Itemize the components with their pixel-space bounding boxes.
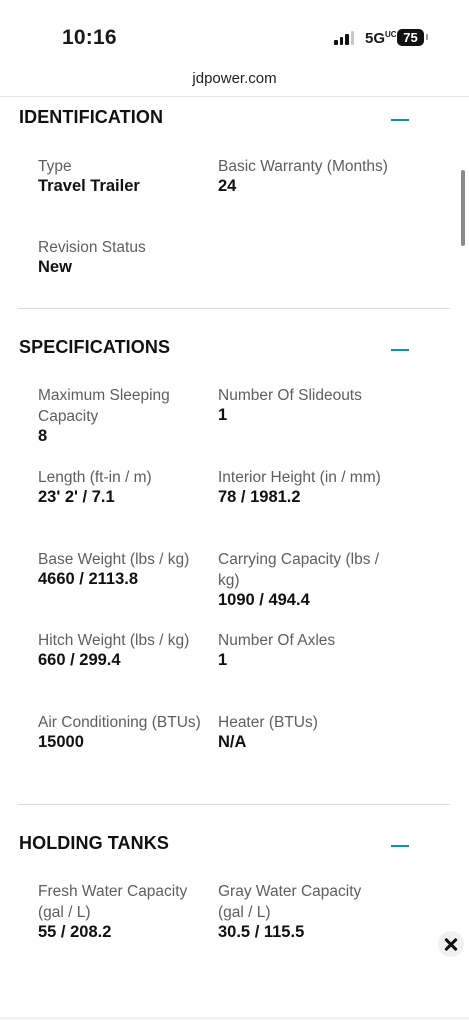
- field-base-weight: Base Weight (lbs / kg) 4660 / 2113.8: [38, 549, 208, 589]
- scrollbar[interactable]: [461, 170, 465, 246]
- network-suffix: UC: [385, 30, 397, 39]
- field-hitch-weight: Hitch Weight (lbs / kg) 660 / 299.4: [38, 630, 208, 670]
- field-number-of-axles: Number Of Axles 1: [218, 630, 388, 670]
- section-divider: [18, 308, 450, 309]
- field-value: 4660 / 2113.8: [38, 570, 139, 588]
- close-icon[interactable]: [438, 931, 464, 957]
- page-content: IDENTIFICATION Type Travel Trailer Basic…: [0, 97, 469, 1020]
- field-basic-warranty: Basic Warranty (Months) 24: [218, 156, 388, 196]
- field-label: Length (ft-in / m): [38, 469, 152, 486]
- field-label: Revision Status: [38, 239, 146, 256]
- field-length: Length (ft-in / m) 23' 2' / 7.1: [38, 467, 208, 507]
- field-label: Fresh Water Capacity (gal / L): [38, 883, 188, 921]
- battery-icon: 75: [397, 29, 424, 46]
- specifications-header[interactable]: SPECIFICATIONS: [19, 337, 412, 367]
- field-gray-water-capacity: Gray Water Capacity (gal / L) 30.5 / 115…: [218, 881, 388, 942]
- section-title: SPECIFICATIONS: [19, 337, 171, 357]
- minus-icon[interactable]: [390, 835, 412, 857]
- network-indicator: 5GUC: [365, 30, 397, 47]
- field-value: 23' 2' / 7.1: [38, 488, 115, 506]
- minus-icon[interactable]: [390, 339, 412, 361]
- field-label: Hitch Weight (lbs / kg): [38, 632, 190, 649]
- field-value: 24: [218, 177, 237, 195]
- network-type: 5G: [365, 30, 386, 47]
- field-label: Gray Water Capacity (gal / L): [218, 883, 362, 921]
- url-bar[interactable]: jdpower.com: [0, 62, 469, 97]
- battery-tip: [426, 34, 428, 40]
- field-fresh-water-capacity: Fresh Water Capacity (gal / L) 55 / 208.…: [38, 881, 208, 942]
- field-label: Air Conditioning (BTUs): [38, 714, 201, 731]
- field-value: 1: [218, 651, 228, 669]
- holding-tanks-header[interactable]: HOLDING TANKS: [19, 833, 412, 863]
- field-label: Heater (BTUs): [218, 714, 318, 731]
- field-label: Base Weight (lbs / kg): [38, 551, 190, 568]
- bottom-fade-overlay: [0, 940, 469, 1020]
- field-label: Number Of Slideouts: [218, 387, 362, 404]
- field-label: Basic Warranty (Months): [218, 158, 388, 175]
- minus-icon[interactable]: [390, 109, 412, 131]
- field-value: 1090 / 494.4: [218, 591, 310, 609]
- signal-strength-icon: [334, 31, 354, 45]
- status-time: 10:16: [62, 26, 117, 49]
- field-label: Carrying Capacity (lbs / kg): [218, 551, 380, 589]
- field-label: Number Of Axles: [218, 632, 336, 649]
- identification-header[interactable]: IDENTIFICATION: [19, 107, 412, 137]
- field-interior-height: Interior Height (in / mm) 78 / 1981.2: [218, 467, 388, 507]
- section-title: HOLDING TANKS: [19, 833, 169, 853]
- field-value: 78 / 1981.2: [218, 488, 301, 506]
- section-divider: [18, 804, 450, 805]
- field-value: New: [38, 258, 72, 276]
- status-bar: 10:16 5GUC 75: [0, 0, 469, 62]
- field-carrying-capacity: Carrying Capacity (lbs / kg) 1090 / 494.…: [218, 549, 388, 610]
- field-label: Type: [38, 158, 72, 175]
- field-value: 660 / 299.4: [38, 651, 121, 669]
- field-value: Travel Trailer: [38, 177, 140, 195]
- field-heater: Heater (BTUs) N/A: [218, 712, 388, 752]
- field-label: Maximum Sleeping Capacity: [38, 387, 170, 425]
- field-value: N/A: [218, 733, 247, 751]
- field-value: 8: [38, 427, 48, 445]
- field-value: 15000: [38, 733, 84, 751]
- section-title: IDENTIFICATION: [19, 107, 164, 127]
- field-value: 1: [218, 406, 228, 424]
- field-type: Type Travel Trailer: [38, 156, 208, 196]
- field-air-conditioning: Air Conditioning (BTUs) 15000: [38, 712, 208, 752]
- field-label: Interior Height (in / mm): [218, 469, 381, 486]
- field-number-of-slideouts: Number Of Slideouts 1: [218, 385, 388, 425]
- field-revision-status: Revision Status New: [38, 237, 208, 277]
- field-max-sleeping-capacity: Maximum Sleeping Capacity 8: [38, 385, 208, 446]
